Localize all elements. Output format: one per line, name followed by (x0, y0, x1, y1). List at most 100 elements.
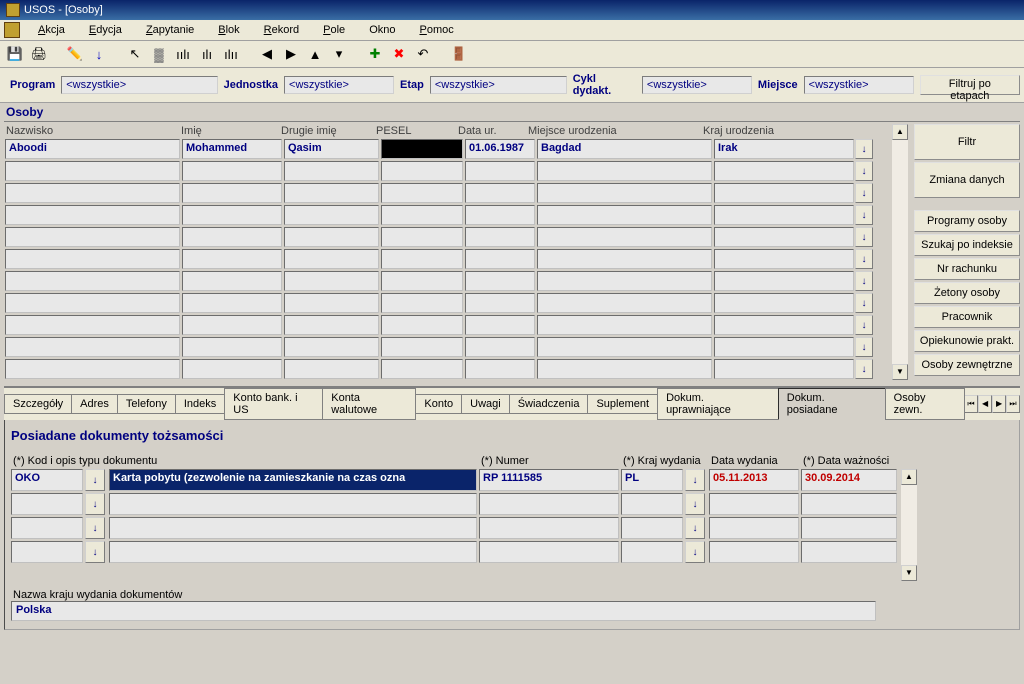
cell-imie[interactable] (182, 315, 282, 335)
table-row[interactable]: ↓ (4, 226, 890, 248)
tab-konto[interactable]: Konto (415, 394, 462, 414)
cell-dataur[interactable] (465, 271, 535, 291)
tab-uwagi[interactable]: Uwagi (461, 394, 510, 414)
cell-drugie[interactable] (284, 271, 379, 291)
cell-imie[interactable] (182, 227, 282, 247)
undo-icon[interactable]: ↶ (412, 44, 434, 64)
table-row[interactable]: ↓ (4, 270, 890, 292)
doc-kraj-empty[interactable] (621, 517, 683, 539)
country-value[interactable]: Polska (11, 601, 876, 621)
doc-kraj[interactable]: PL (621, 469, 683, 491)
cell-miejsce[interactable] (537, 249, 712, 269)
table-row[interactable]: AboodiMohammedQasim01.06.1987BagdadIrak↓ (4, 138, 890, 160)
up-icon[interactable]: ▲ (304, 44, 326, 64)
doc-data-wyd[interactable]: 05.11.2013 (709, 469, 799, 491)
filter-stages-button[interactable]: Filtruj po etapach (920, 75, 1020, 95)
row-lookup-button[interactable]: ↓ (855, 293, 873, 313)
filtr-button[interactable]: Filtr (914, 124, 1020, 160)
chart4-icon[interactable]: ılıı (220, 44, 242, 64)
cell-drugie[interactable] (284, 183, 379, 203)
cell-imie[interactable] (182, 161, 282, 181)
row-lookup-button[interactable]: ↓ (855, 271, 873, 291)
rachunek-button[interactable]: Nr rachunku (914, 258, 1020, 280)
cell-kraj[interactable]: Irak (714, 139, 854, 159)
prev-icon[interactable]: ◀ (256, 44, 278, 64)
menu-pole[interactable]: Pole (313, 22, 355, 38)
cell-drugie[interactable]: Qasim (284, 139, 379, 159)
pointer-icon[interactable]: ↖ (124, 44, 146, 64)
tab--wiadczenia[interactable]: Świadczenia (509, 394, 589, 414)
doc-kod-empty[interactable] (11, 541, 83, 563)
scroll-up-icon[interactable]: ▲ (892, 124, 908, 140)
doc-kraj-empty[interactable] (621, 541, 683, 563)
doc-kod-empty[interactable] (11, 517, 83, 539)
add-icon[interactable]: ✚ (364, 44, 386, 64)
programy-button[interactable]: Programy osoby (914, 210, 1020, 232)
chart3-icon[interactable]: ılı (196, 44, 218, 64)
doc-data-waz-empty[interactable] (801, 517, 897, 539)
chart2-icon[interactable]: ıılı (172, 44, 194, 64)
cell-kraj[interactable] (714, 271, 854, 291)
doc-numer-empty[interactable] (479, 493, 619, 515)
doc-opis-empty[interactable] (109, 517, 477, 539)
edit-icon[interactable]: ✏️ (64, 44, 86, 64)
doc-numer-empty[interactable] (479, 541, 619, 563)
cell-nazwisko[interactable] (5, 315, 180, 335)
cell-drugie[interactable] (284, 293, 379, 313)
cell-imie[interactable] (182, 337, 282, 357)
menu-zapytanie[interactable]: Zapytanie (136, 22, 204, 38)
table-row[interactable]: ↓ (4, 204, 890, 226)
row-lookup-button[interactable]: ↓ (855, 315, 873, 335)
cell-drugie[interactable] (284, 315, 379, 335)
kod-lookup-button[interactable]: ↓ (85, 517, 105, 539)
cell-nazwisko[interactable] (5, 183, 180, 203)
tab-telefony[interactable]: Telefony (117, 394, 176, 414)
cell-imie[interactable] (182, 359, 282, 379)
tab-dokum-uprawniaj-ce[interactable]: Dokum. uprawniające (657, 388, 779, 420)
doc-kod[interactable]: OKO (11, 469, 83, 491)
doc-opis-empty[interactable] (109, 541, 477, 563)
table-row[interactable]: ↓ (4, 358, 890, 380)
table-row[interactable]: ↓ (4, 314, 890, 336)
row-lookup-button[interactable]: ↓ (855, 249, 873, 269)
tab-dokum-posiadane[interactable]: Dokum. posiadane (778, 388, 886, 420)
cell-drugie[interactable] (284, 337, 379, 357)
cell-imie[interactable] (182, 205, 282, 225)
table-row[interactable]: ↓ (4, 182, 890, 204)
cell-dataur[interactable] (465, 161, 535, 181)
cell-dataur[interactable] (465, 205, 535, 225)
doc-kraj-empty[interactable] (621, 493, 683, 515)
cell-drugie[interactable] (284, 359, 379, 379)
next-icon[interactable]: ▶ (280, 44, 302, 64)
row-lookup-button[interactable]: ↓ (855, 139, 873, 159)
cell-dataur[interactable] (465, 337, 535, 357)
row-lookup-button[interactable]: ↓ (855, 183, 873, 203)
cell-imie[interactable]: Mohammed (182, 139, 282, 159)
cell-pesel[interactable] (381, 183, 463, 203)
tab-konta-walutowe[interactable]: Konta walutowe (322, 388, 416, 420)
cell-kraj[interactable] (714, 161, 854, 181)
tab-scroll-next-icon[interactable]: ▶ (992, 395, 1006, 413)
tab-szczeg-y[interactable]: Szczegóły (4, 394, 72, 414)
scroll-up-icon[interactable]: ▲ (901, 469, 917, 485)
cell-miejsce[interactable] (537, 337, 712, 357)
kraj-lookup-button[interactable]: ↓ (685, 469, 705, 491)
cell-dataur[interactable] (465, 249, 535, 269)
doc-kod-empty[interactable] (11, 493, 83, 515)
kraj-lookup-button[interactable]: ↓ (685, 493, 705, 515)
tab-suplement[interactable]: Suplement (587, 394, 658, 414)
menu-blok[interactable]: Blok (208, 22, 249, 38)
cell-imie[interactable] (182, 183, 282, 203)
menu-edycja[interactable]: Edycja (79, 22, 132, 38)
print-icon[interactable]: 🖨 (28, 44, 50, 64)
cell-kraj[interactable] (714, 183, 854, 203)
menu-pomoc[interactable]: Pomoc (409, 22, 463, 38)
cell-pesel[interactable] (381, 139, 463, 159)
cell-imie[interactable] (182, 271, 282, 291)
scroll-down-icon[interactable]: ▼ (892, 364, 908, 380)
doc-data-wyd-empty[interactable] (709, 517, 799, 539)
grid-scrollbar[interactable]: ▲ ▼ (892, 124, 908, 380)
kod-lookup-button[interactable]: ↓ (85, 541, 105, 563)
tab-adres[interactable]: Adres (71, 394, 118, 414)
tab-konto-bank-i-us[interactable]: Konto bank. i US (224, 388, 323, 420)
